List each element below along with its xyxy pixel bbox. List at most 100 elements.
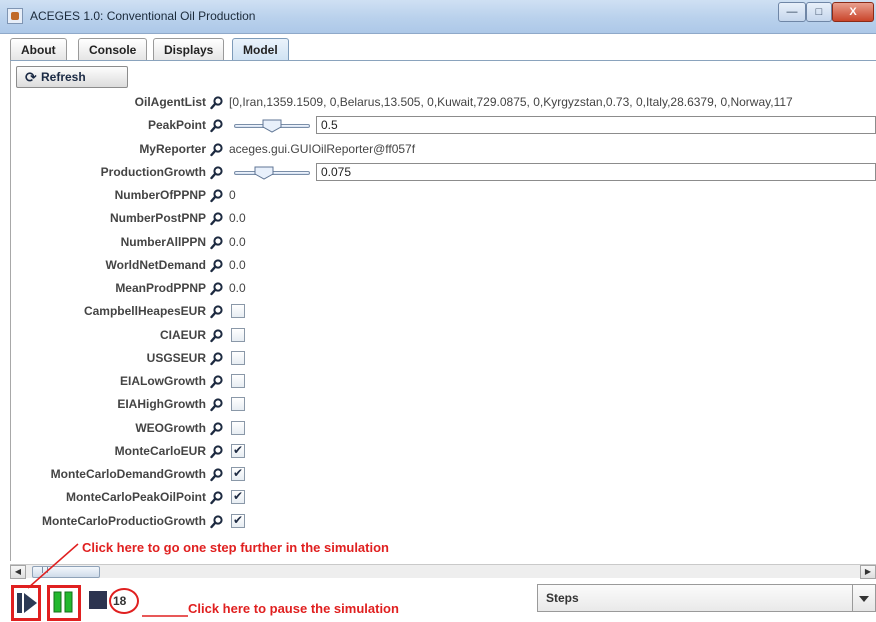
- property-label: MonteCarloProductioGrowth: [42, 513, 206, 528]
- window-title: ACEGES 1.0: Conventional Oil Production: [30, 9, 256, 23]
- window-titlebar: ACEGES 1.0: Conventional Oil Production …: [0, 0, 876, 34]
- magnifier-icon[interactable]: [210, 421, 224, 436]
- magnifier-icon[interactable]: [210, 282, 224, 296]
- property-checkbox[interactable]: [231, 420, 245, 435]
- property-value: 0: [229, 188, 236, 202]
- property-label: MyReporter: [139, 141, 206, 156]
- property-row: CIAEUR: [0, 325, 876, 347]
- magnifier-icon[interactable]: [210, 235, 224, 250]
- property-checkbox[interactable]: [231, 350, 245, 365]
- property-value-field[interactable]: 0.5: [316, 116, 876, 135]
- property-label: MonteCarloEUR: [114, 443, 206, 458]
- magnifier-icon[interactable]: [210, 142, 224, 157]
- property-label: ProductionGrowth: [100, 164, 206, 179]
- property-row: WEOGrowth: [0, 418, 876, 440]
- property-checkbox[interactable]: ✔: [231, 466, 245, 481]
- property-label: WorldNetDemand: [105, 257, 206, 272]
- property-label: PeakPoint: [147, 118, 206, 133]
- magnifier-icon[interactable]: [210, 305, 224, 319]
- property-label: MeanProdPPNP: [115, 281, 206, 295]
- magnifier-icon[interactable]: [210, 514, 224, 529]
- magnifier-icon[interactable]: [210, 212, 224, 226]
- property-row: OilAgentList [0,Iran,1359.1509, 0,Belarus…: [0, 92, 876, 114]
- tab-displays[interactable]: Displays: [153, 38, 225, 61]
- magnifier-icon[interactable]: [210, 445, 224, 459]
- check-icon: ✔: [233, 442, 244, 457]
- property-checkbox[interactable]: ✔: [231, 442, 245, 458]
- property-value: 0.0: [229, 211, 246, 226]
- property-row: MonteCarloDemandGrowth ✔: [0, 464, 876, 486]
- tab-model[interactable]: Model: [232, 38, 289, 61]
- property-label: USGSEUR: [146, 350, 206, 365]
- property-row: MyReporter aceges.gui.GUIOilReporter@ff05…: [0, 139, 876, 161]
- check-icon: ✔: [233, 489, 244, 504]
- property-row: MonteCarloPeakOilPoint ✔: [0, 487, 876, 509]
- property-row: WorldNetDemand 0.0: [0, 255, 876, 277]
- magnifier-icon[interactable]: [210, 189, 224, 203]
- maximize-button[interactable]: □: [806, 2, 832, 22]
- refresh-icon: ⟳: [25, 69, 37, 85]
- slider-thumb[interactable]: [254, 166, 274, 180]
- magnifier-icon[interactable]: [210, 96, 224, 110]
- property-row: ProductionGrowth 0.075: [0, 162, 876, 184]
- property-slider[interactable]: [234, 119, 310, 133]
- property-value: [0,Iran,1359.1509, 0,Belarus,13.505, 0,K…: [229, 95, 793, 109]
- property-value: aceges.gui.GUIOilReporter@ff057f: [229, 141, 416, 156]
- minimize-button[interactable]: —: [778, 2, 806, 22]
- property-checkbox[interactable]: [231, 304, 245, 319]
- property-label: MonteCarloPeakOilPoint: [65, 490, 206, 505]
- property-slider[interactable]: [234, 166, 310, 180]
- step-count-highlight: [109, 588, 139, 614]
- annotation-line-pause: [142, 615, 188, 617]
- property-label: NumberAllPPN: [120, 234, 206, 249]
- pause-annotation: Click here to pause the simulation: [188, 601, 399, 616]
- refresh-button[interactable]: ⟳ Refresh: [16, 66, 128, 88]
- scroll-right-button[interactable]: ▶: [860, 565, 876, 579]
- property-row: MeanProdPPNP 0.0: [0, 278, 876, 300]
- magnifier-icon[interactable]: [210, 166, 224, 180]
- property-row: EIAHighGrowth: [0, 394, 876, 416]
- check-icon: ✔: [233, 512, 244, 527]
- magnifier-icon[interactable]: [210, 468, 224, 482]
- property-label: EIALowGrowth: [120, 374, 206, 388]
- close-button[interactable]: X: [832, 2, 874, 22]
- property-checkbox[interactable]: ✔: [231, 512, 245, 528]
- property-checkbox[interactable]: [231, 397, 245, 412]
- property-row: USGSEUR: [0, 348, 876, 370]
- property-label: EIAHighGrowth: [117, 397, 206, 412]
- property-label: CampbellHeapesEUR: [83, 304, 206, 319]
- property-label: WEOGrowth: [135, 420, 206, 435]
- step-highlight-box: [11, 585, 41, 621]
- tab-about[interactable]: About: [10, 38, 67, 61]
- magnifier-icon[interactable]: [210, 259, 224, 273]
- steps-select[interactable]: Steps: [537, 584, 853, 612]
- property-value-field[interactable]: 0.075: [316, 162, 876, 181]
- property-row: EIALowGrowth: [0, 371, 876, 393]
- property-value: 0.0: [229, 234, 246, 249]
- step-annotation: Click here to go one step further in the…: [82, 540, 389, 555]
- property-row: MonteCarloProductioGrowth ✔: [0, 511, 876, 533]
- property-checkbox[interactable]: [231, 374, 245, 388]
- slider-thumb[interactable]: [262, 119, 282, 133]
- magnifier-icon[interactable]: [210, 119, 224, 133]
- property-checkbox[interactable]: ✔: [231, 489, 245, 505]
- app-icon: [7, 8, 23, 24]
- tab-console[interactable]: Console: [78, 38, 148, 61]
- property-row: PeakPoint 0.5: [0, 115, 876, 137]
- property-value: 0.0: [229, 257, 246, 272]
- stop-icon[interactable]: [88, 590, 108, 610]
- magnifier-icon[interactable]: [210, 352, 224, 366]
- magnifier-icon[interactable]: [210, 375, 224, 389]
- magnifier-icon[interactable]: [210, 398, 224, 412]
- property-row: NumberPostPNP 0.0: [0, 208, 876, 230]
- magnifier-icon[interactable]: [210, 328, 224, 343]
- horizontal-scrollbar[interactable]: ◀ ▶: [10, 564, 876, 579]
- pause-highlight-box: [47, 585, 81, 621]
- property-value: 0.0: [229, 281, 246, 295]
- property-label: CIAEUR: [159, 327, 206, 342]
- magnifier-icon[interactable]: [210, 491, 224, 505]
- property-label: NumberPostPNP: [109, 211, 206, 226]
- property-checkbox[interactable]: [231, 327, 245, 342]
- property-row: MonteCarloEUR ✔: [0, 441, 876, 463]
- chevron-down-icon[interactable]: [853, 584, 876, 612]
